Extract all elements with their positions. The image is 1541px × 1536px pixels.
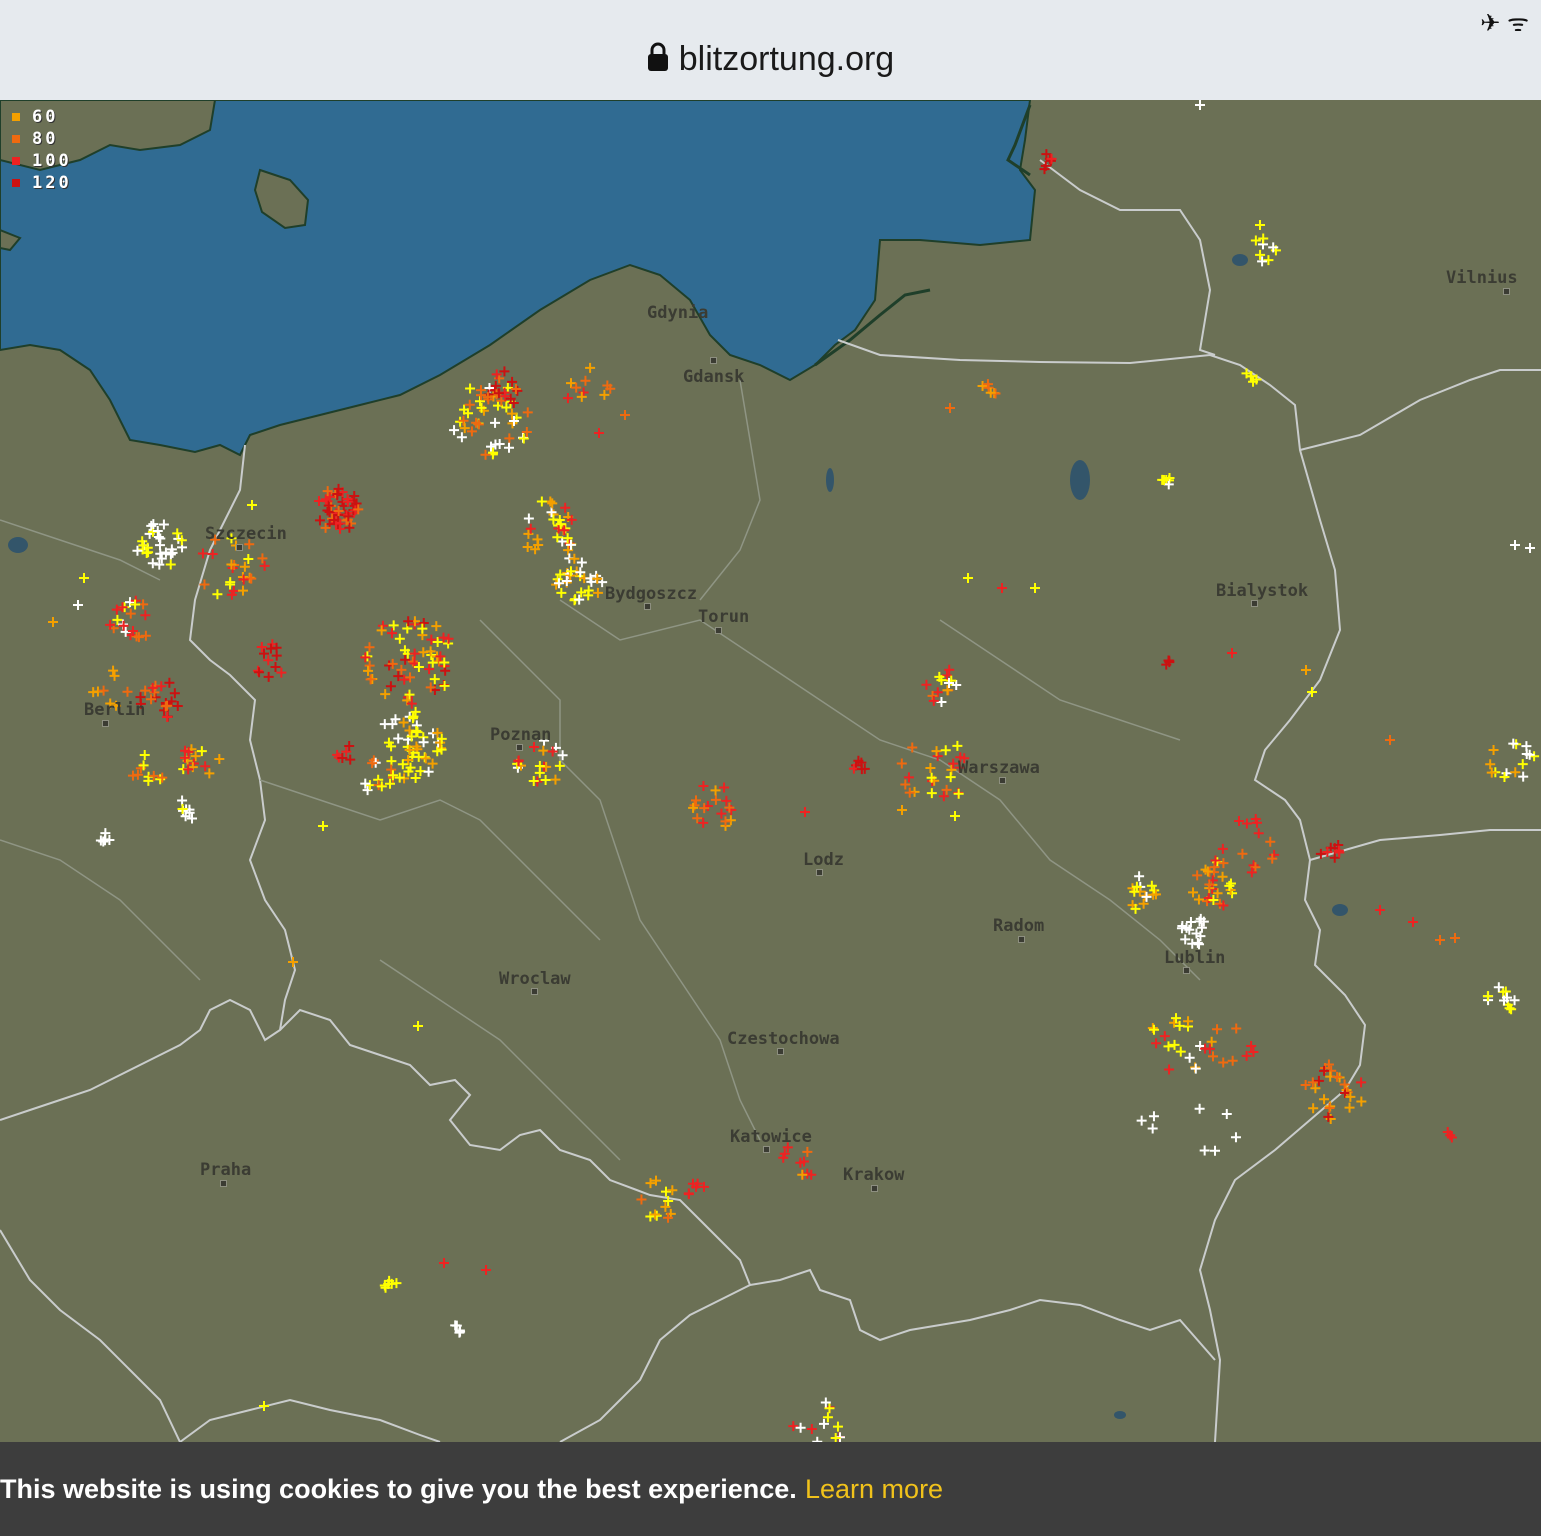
city-poznan: Poznan (490, 725, 552, 745)
cookie-message: This website is using cookies to give yo… (0, 1474, 797, 1504)
age-legend: 60 80 100 120 (12, 106, 72, 194)
legend-label: 60 (32, 107, 59, 127)
learn-more-link[interactable]: Learn more (805, 1474, 943, 1505)
url-field[interactable]: blitzortung.org (0, 40, 1541, 81)
legend-swatch (12, 113, 20, 121)
url-text: blitzortung.org (678, 40, 895, 78)
legend-row: 80 (12, 128, 72, 150)
city-dot (1503, 288, 1510, 295)
legend-label: 80 (32, 129, 59, 149)
city-wroclaw: Wroclaw (499, 969, 571, 989)
city-dot (1251, 600, 1258, 607)
lightning-map[interactable]: 60 80 100 120 Gdynia Gdansk Vilnius Szcz… (0, 100, 1541, 1442)
status-icons: ✈ ᯤ (1480, 10, 1529, 37)
city-radom: Radom (993, 916, 1045, 936)
city-bydgoszcz: Bydgoszcz (605, 584, 698, 604)
city-dot (710, 357, 717, 364)
city-dot (777, 1048, 784, 1055)
city-dot (1183, 967, 1190, 974)
cookie-banner: This website is using cookies to give yo… (0, 1442, 1541, 1536)
city-torun: Torun (698, 607, 750, 627)
legend-row: 60 (12, 106, 72, 128)
city-dot (763, 1146, 770, 1153)
city-dot (871, 1185, 878, 1192)
legend-label: 120 (32, 173, 72, 193)
legend-swatch (12, 157, 20, 165)
city-dot (715, 627, 722, 634)
city-dot (102, 720, 109, 727)
city-bialystok: Bialystok (1216, 581, 1309, 601)
city-gdansk: Gdansk (683, 367, 745, 387)
legend-swatch (12, 135, 20, 143)
city-berlin: Berlin (84, 700, 146, 720)
city-dot (516, 744, 523, 751)
city-dot (644, 603, 651, 610)
city-praha: Praha (200, 1160, 252, 1180)
lock-icon (647, 42, 669, 81)
city-dot (999, 777, 1006, 784)
city-gdynia: Gdynia (647, 303, 709, 323)
map-canvas (0, 100, 1541, 1442)
city-dot (220, 1180, 227, 1187)
city-dot (236, 544, 243, 551)
city-krakow: Krakow (843, 1165, 905, 1185)
city-dot (1018, 936, 1025, 943)
browser-address-bar: ✈ ᯤ blitzortung.org (0, 0, 1541, 101)
city-lublin: Lublin (1164, 948, 1226, 968)
legend-row: 120 (12, 172, 72, 194)
legend-swatch (12, 179, 20, 187)
city-dot (531, 988, 538, 995)
city-dot (816, 869, 823, 876)
city-vilnius: Vilnius (1446, 268, 1518, 288)
legend-label: 100 (32, 151, 72, 171)
city-szczecin: Szczecin (205, 524, 287, 544)
city-lodz: Lodz (803, 850, 844, 870)
city-katowice: Katowice (730, 1127, 812, 1147)
city-czestochowa: Czestochowa (727, 1029, 840, 1049)
city-warszawa: Warszawa (958, 758, 1040, 778)
legend-row: 100 (12, 150, 72, 172)
